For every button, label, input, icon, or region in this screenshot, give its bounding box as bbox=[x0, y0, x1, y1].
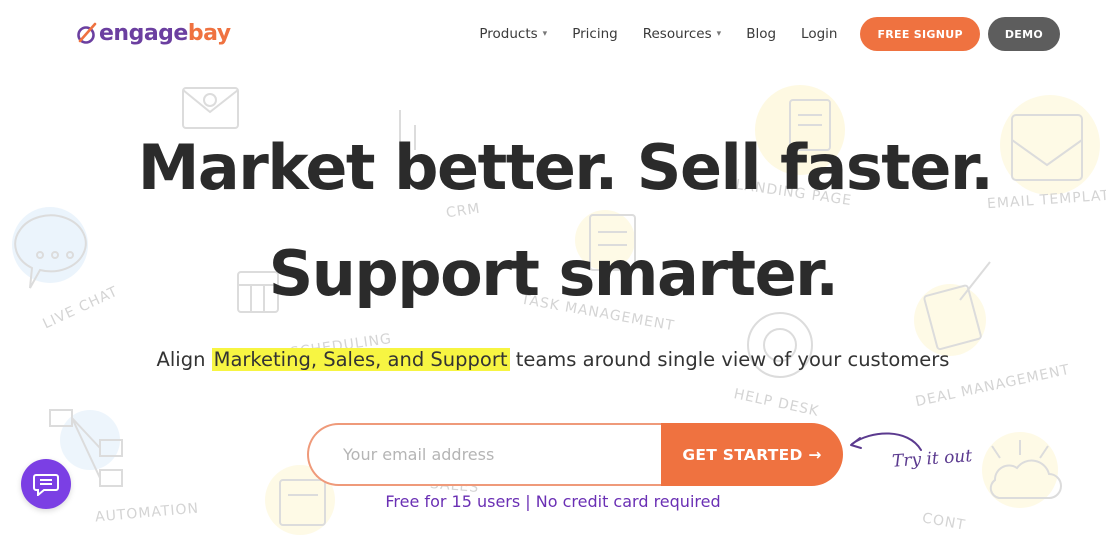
nav-pricing[interactable]: Pricing bbox=[572, 26, 618, 42]
subtitle-highlight: Marketing, Sales, and Support bbox=[211, 348, 510, 371]
chat-icon bbox=[33, 474, 59, 496]
main-nav: Products ▾ Pricing Resources ▾ Blog Logi… bbox=[479, 16, 1060, 52]
chat-widget-button[interactable] bbox=[21, 459, 71, 509]
hero-headline-line2: Support smarter. bbox=[268, 237, 839, 310]
demo-button[interactable]: DEMO bbox=[987, 17, 1060, 51]
logo-mark-icon bbox=[77, 22, 97, 44]
nav-resources[interactable]: Resources ▾ bbox=[643, 26, 721, 42]
chevron-down-icon: ▾ bbox=[542, 29, 548, 39]
free-users-note: Free for 15 users | No credit card requi… bbox=[385, 492, 721, 511]
hero-subtitle: Align Marketing, Sales, and Support team… bbox=[0, 348, 1106, 371]
nav-blog[interactable]: Blog bbox=[746, 26, 776, 42]
logo-text-bay: bay bbox=[187, 20, 231, 46]
nav-products[interactable]: Products ▾ bbox=[479, 26, 547, 42]
get-started-button[interactable]: GET STARTED → bbox=[661, 423, 843, 486]
bg-label-contacts: CONT bbox=[920, 510, 967, 534]
hero-headline-line1: Market better. Sell faster. bbox=[137, 131, 994, 204]
nav-login[interactable]: Login bbox=[801, 26, 837, 42]
free-signup-button[interactable]: FREE SIGNUP bbox=[860, 17, 980, 51]
site-header: engage bay Products ▾ Pricing Resources ▾… bbox=[0, 0, 1106, 68]
nav-resources-label: Resources bbox=[642, 26, 712, 42]
subtitle-prefix: Align bbox=[156, 348, 212, 371]
bg-label-help-desk: HELP DESK bbox=[732, 386, 821, 420]
logo-text-engage: engage bbox=[99, 20, 188, 46]
chevron-down-icon: ▾ bbox=[716, 29, 722, 39]
try-it-out-label: Try it out bbox=[891, 446, 973, 472]
engagebay-logo[interactable]: engage bay bbox=[76, 18, 231, 48]
subtitle-suffix: teams around single view of your custome… bbox=[509, 348, 950, 371]
email-signup-form: GET STARTED → bbox=[307, 423, 843, 486]
email-input[interactable] bbox=[307, 423, 661, 486]
nav-products-label: Products bbox=[479, 26, 538, 42]
